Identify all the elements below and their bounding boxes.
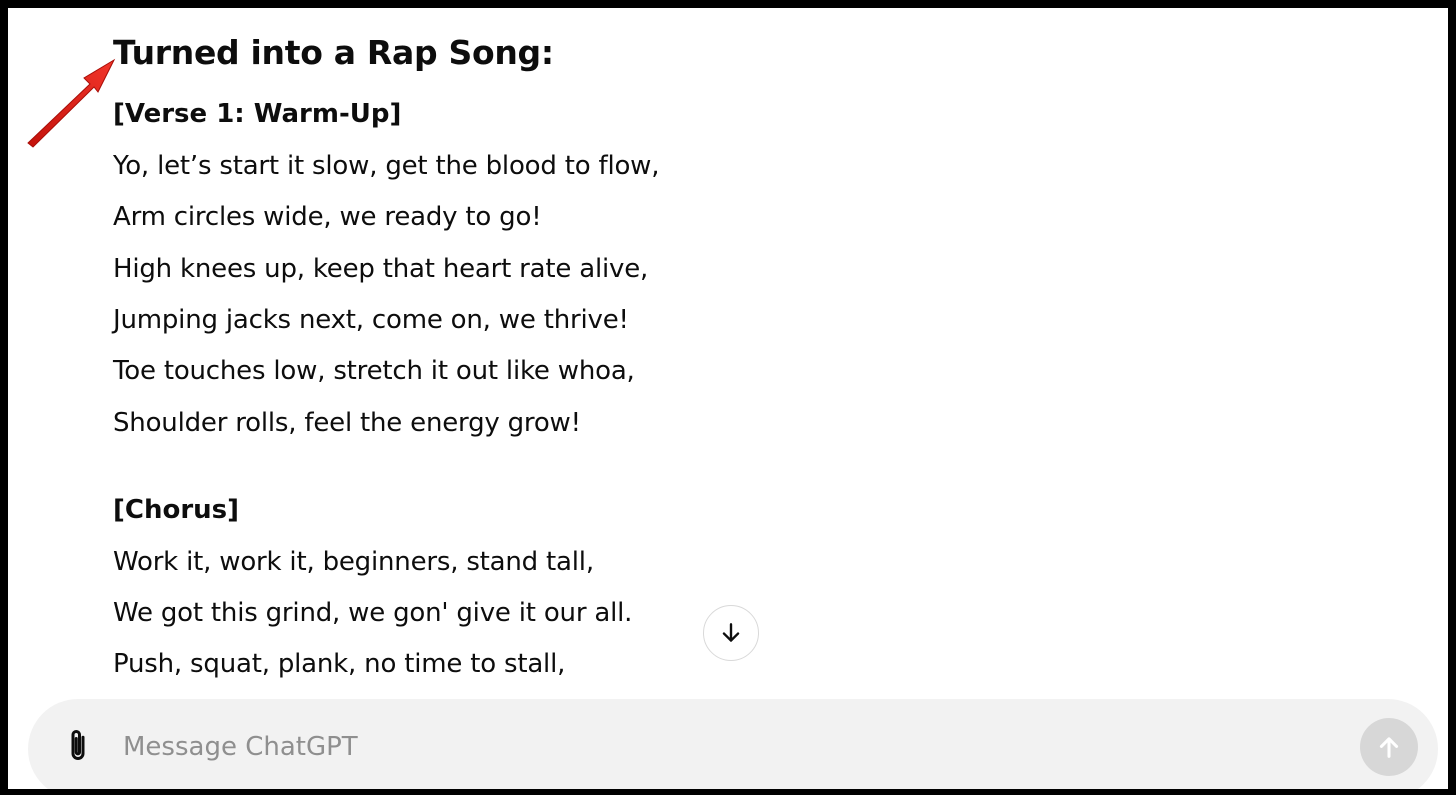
lyric-line: Push, squat, plank, no time to stall,	[113, 649, 566, 679]
lyric-line: Yo, let’s start it slow, get the blood t…	[113, 151, 660, 181]
attach-file-button[interactable]	[60, 726, 96, 766]
lyric-line: Jumping jacks next, come on, we thrive!	[113, 305, 629, 335]
arrow-up-icon	[1379, 737, 1399, 758]
lyric-line: We got this grind, we gon' give it our a…	[113, 598, 633, 628]
response-heading: Turned into a Rap Song:	[113, 33, 554, 72]
lyric-line: High knees up, keep that heart rate aliv…	[113, 254, 649, 284]
chorus-label: [Chorus]	[113, 495, 240, 525]
scroll-to-bottom-button[interactable]	[703, 605, 759, 661]
lyric-line: Toe touches low, stretch it out like who…	[113, 356, 635, 386]
lyric-line: Arm circles wide, we ready to go!	[113, 202, 542, 232]
send-button[interactable]	[1360, 718, 1418, 776]
message-input[interactable]	[123, 725, 1223, 769]
arrow-down-icon	[722, 623, 740, 642]
app-window: Turned into a Rap Song: [Verse 1: Warm-U…	[0, 0, 1456, 795]
annotation-arrow-icon	[27, 58, 116, 148]
paperclip-icon	[71, 730, 85, 760]
verse-1-label: [Verse 1: Warm-Up]	[113, 99, 402, 129]
message-composer	[28, 699, 1438, 789]
lyric-line: Work it, work it, beginners, stand tall,	[113, 547, 594, 577]
lyric-line: Shoulder rolls, feel the energy grow!	[113, 408, 581, 438]
